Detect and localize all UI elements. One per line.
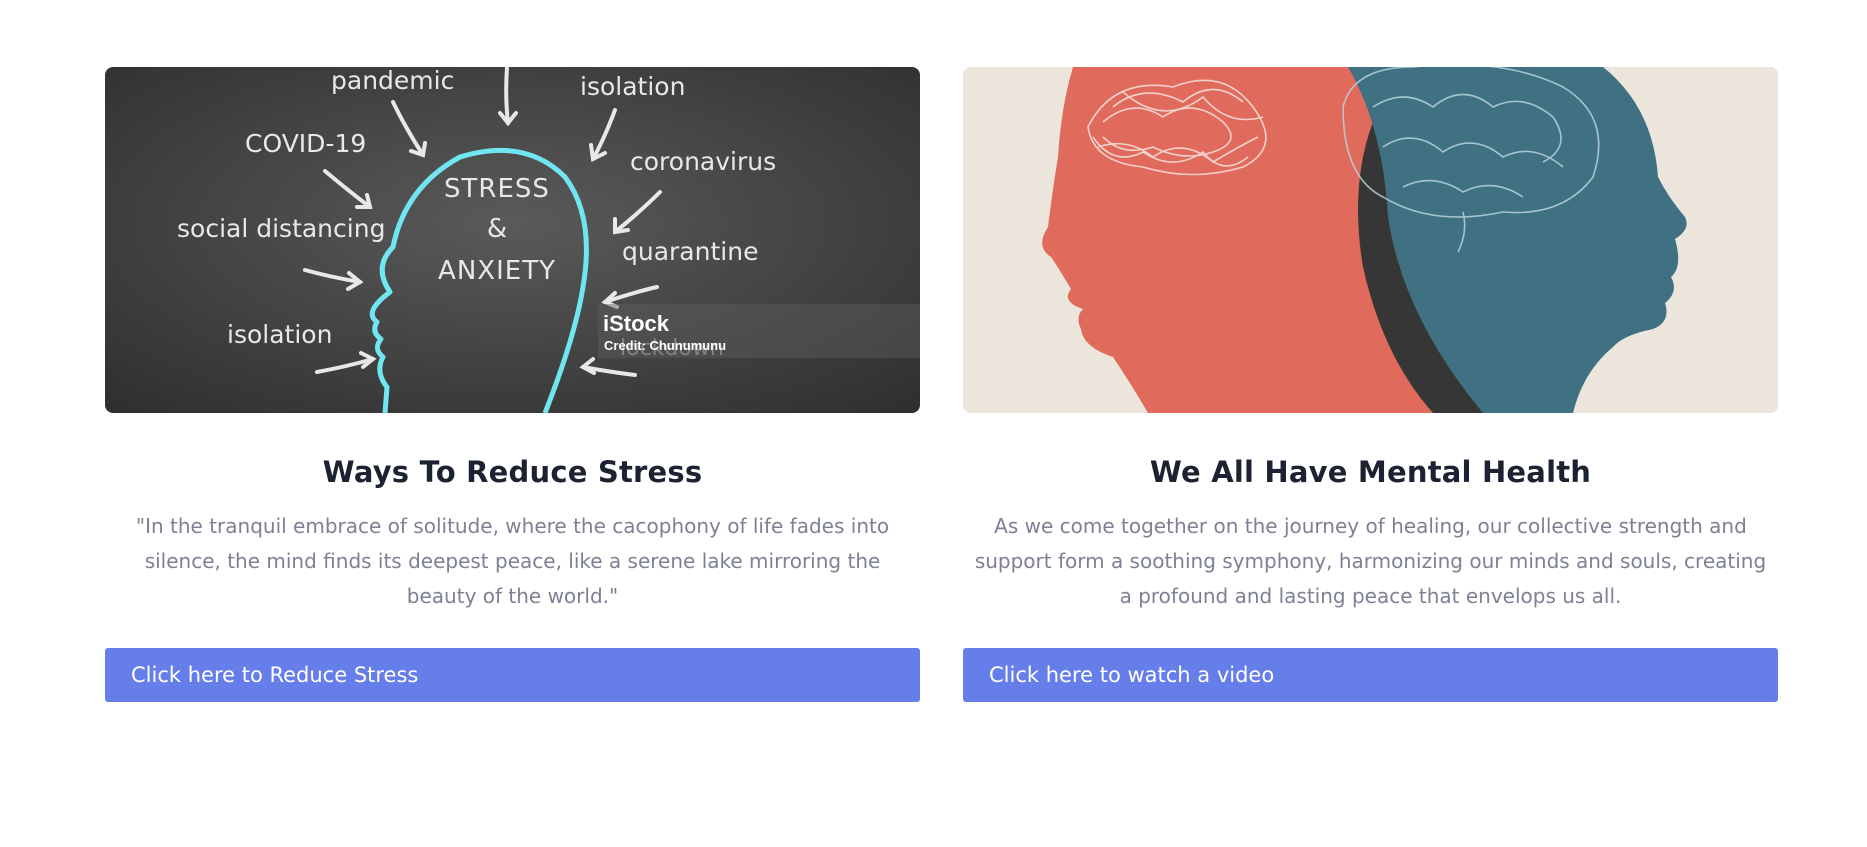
card-title: We All Have Mental Health	[1149, 455, 1592, 489]
watch-video-button[interactable]: Click here to watch a video	[963, 648, 1778, 702]
stress-anxiety-chalkboard-image: pandemic isolation COVID-19 coronavirus …	[105, 67, 920, 413]
chalk-word: quarantine	[622, 237, 758, 266]
istock-watermark: iStock	[603, 311, 670, 336]
chalk-word: social distancing	[177, 214, 385, 243]
chalk-word: COVID-19	[245, 129, 366, 158]
card-mental-health: We All Have Mental Health As we come tog…	[963, 67, 1778, 702]
image-credit: Credit: Chunumunu	[604, 338, 726, 353]
head-text-ampersand: &	[487, 214, 507, 244]
head-text-anxiety: ANXIETY	[438, 256, 556, 286]
reduce-stress-button[interactable]: Click here to Reduce Stress	[105, 648, 920, 702]
chalk-word: pandemic	[331, 67, 454, 95]
card-title: Ways To Reduce Stress	[322, 455, 703, 489]
chalk-word: coronavirus	[630, 147, 776, 176]
mental-health-profiles-image	[963, 67, 1778, 413]
chalk-word: isolation	[227, 320, 332, 349]
card-description: "In the tranquil embrace of solitude, wh…	[135, 514, 890, 608]
chalk-word: isolation	[580, 72, 685, 101]
card-reduce-stress: pandemic isolation COVID-19 coronavirus …	[105, 67, 920, 702]
card-description: As we come together on the journey of he…	[974, 514, 1767, 608]
head-text-stress: STRESS	[444, 174, 550, 204]
